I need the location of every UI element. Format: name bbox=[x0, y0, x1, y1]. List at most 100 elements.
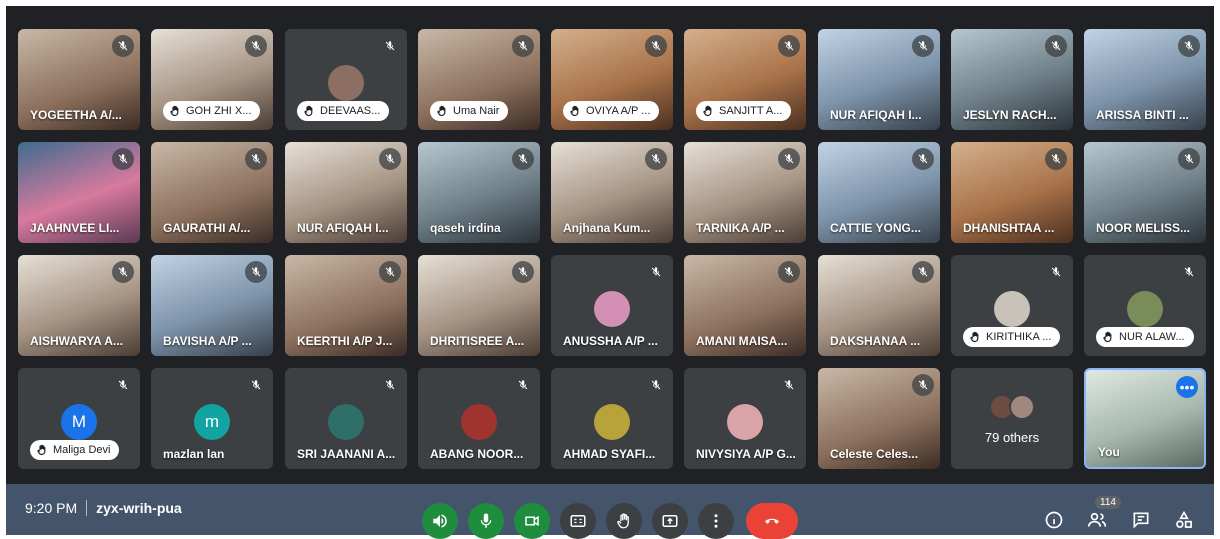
people-button[interactable]: 114 bbox=[1085, 496, 1121, 532]
mic-off-icon bbox=[778, 148, 800, 170]
participant-tile[interactable]: NUR ALAW... bbox=[1084, 255, 1206, 356]
participant-tile[interactable]: DHRITISREE A... bbox=[418, 255, 540, 356]
mic-off-icon bbox=[512, 261, 534, 283]
raised-hand-name-pill: GOH ZHI X... bbox=[163, 101, 261, 121]
mic-off-icon bbox=[379, 35, 401, 57]
people-count-badge: 114 bbox=[1095, 496, 1121, 509]
mic-off-icon bbox=[112, 35, 134, 57]
mic-off-icon bbox=[112, 148, 134, 170]
participant-tile[interactable]: AHMAD SYAFI... bbox=[551, 368, 673, 469]
leave-call-button[interactable] bbox=[746, 503, 798, 539]
participant-name: ABANG NOOR... bbox=[430, 447, 524, 461]
present-button[interactable] bbox=[652, 503, 688, 539]
activities-icon bbox=[1176, 510, 1192, 528]
participant-tile[interactable]: SANJITT A... bbox=[684, 29, 806, 130]
participant-tile[interactable]: YOGEETHA A/... bbox=[18, 29, 140, 130]
participant-tile[interactable]: qaseh irdina bbox=[418, 142, 540, 243]
chat-button[interactable] bbox=[1129, 508, 1153, 532]
mic-off-icon bbox=[379, 374, 401, 396]
activities-button[interactable] bbox=[1172, 508, 1196, 532]
participant-avatar: m bbox=[194, 404, 230, 440]
participant-tile[interactable]: ANUSSHA A/P ... bbox=[551, 255, 673, 356]
participant-tile[interactable]: OVIYA A/P ... bbox=[551, 29, 673, 130]
participant-avatar bbox=[328, 404, 364, 440]
participant-tile[interactable]: NUR AFIQAH I... bbox=[818, 29, 940, 130]
others-tile[interactable]: 79 others bbox=[951, 368, 1073, 469]
raised-hand-icon bbox=[37, 444, 46, 456]
participant-tile[interactable]: Celeste Celes... bbox=[818, 368, 940, 469]
participant-tile[interactable]: CATTIE YONG... bbox=[818, 142, 940, 243]
mic-off-icon bbox=[512, 35, 534, 57]
present-icon bbox=[662, 515, 678, 527]
participant-name: DEEVAAS... bbox=[320, 105, 381, 117]
speaker-button[interactable] bbox=[422, 503, 458, 539]
info-button[interactable] bbox=[1042, 508, 1066, 532]
mic-off-icon bbox=[512, 148, 534, 170]
raised-hand-icon bbox=[703, 105, 712, 117]
participant-name: DAKSHANAA ... bbox=[830, 334, 921, 348]
participant-avatar bbox=[328, 65, 364, 101]
mic-off-icon bbox=[512, 374, 534, 396]
participant-tile[interactable]: AMANI MAISA... bbox=[684, 255, 806, 356]
participant-tile[interactable]: BAVISHA A/P ... bbox=[151, 255, 273, 356]
participant-avatar bbox=[994, 291, 1030, 327]
microphone-icon bbox=[480, 513, 492, 528]
participant-name: KIRITHIKA ... bbox=[986, 331, 1052, 343]
mic-off-icon bbox=[245, 35, 267, 57]
participant-tile[interactable]: JAAHNVEE LI... bbox=[18, 142, 140, 243]
participant-tile[interactable]: DEEVAAS... bbox=[285, 29, 407, 130]
self-view-tile[interactable]: ••• You bbox=[1084, 368, 1206, 469]
divider bbox=[86, 500, 88, 516]
participant-tile[interactable]: AISHWARYA A... bbox=[18, 255, 140, 356]
participant-name: Celeste Celes... bbox=[830, 447, 919, 461]
mic-off-icon bbox=[1178, 148, 1200, 170]
raised-hand-name-pill: KIRITHIKA ... bbox=[963, 327, 1061, 347]
mic-off-icon bbox=[379, 261, 401, 283]
participant-tile[interactable]: ABANG NOOR... bbox=[418, 368, 540, 469]
raised-hand-name-pill: Maliga Devi bbox=[30, 440, 120, 460]
raised-hand-name-pill: NUR ALAW... bbox=[1096, 327, 1194, 347]
participant-tile[interactable]: JESLYN RACH... bbox=[951, 29, 1073, 130]
camera-button[interactable] bbox=[514, 503, 550, 539]
raise-hand-button[interactable] bbox=[606, 503, 642, 539]
participant-tile[interactable]: SRI JAANANI A... bbox=[285, 368, 407, 469]
participant-name: Maliga Devi bbox=[53, 444, 111, 456]
meeting-time: 9:20 PM bbox=[25, 500, 78, 516]
self-name-label: You bbox=[1098, 445, 1120, 459]
participant-tile[interactable]: DAKSHANAA ... bbox=[818, 255, 940, 356]
participant-tile[interactable]: GAURATHI A/... bbox=[151, 142, 273, 243]
mic-off-icon bbox=[645, 374, 667, 396]
mic-off-icon bbox=[912, 261, 934, 283]
mic-off-icon bbox=[645, 261, 667, 283]
participant-tile[interactable]: KIRITHIKA ... bbox=[951, 255, 1073, 356]
participant-tile[interactable]: M Maliga Devi bbox=[18, 368, 140, 469]
raised-hand-icon bbox=[970, 331, 979, 343]
participant-tile[interactable]: GOH ZHI X... bbox=[151, 29, 273, 130]
mic-off-icon bbox=[112, 261, 134, 283]
participant-tile[interactable]: KEERTHI A/P J... bbox=[285, 255, 407, 356]
microphone-button[interactable] bbox=[468, 503, 504, 539]
hand-icon bbox=[617, 513, 629, 529]
participant-tile[interactable]: m mazlan lan bbox=[151, 368, 273, 469]
participant-name: NIVYSIYA A/P G... bbox=[696, 447, 796, 461]
more-options-button[interactable] bbox=[698, 503, 734, 539]
participant-name: TARNIKA A/P ... bbox=[696, 221, 785, 235]
participant-tile[interactable]: DHANISHTAA ... bbox=[951, 142, 1073, 243]
captions-icon bbox=[570, 515, 586, 527]
raised-hand-icon bbox=[304, 105, 313, 117]
captions-button[interactable] bbox=[560, 503, 596, 539]
participant-tile[interactable]: ARISSA BINTI ... bbox=[1084, 29, 1206, 130]
participant-tile[interactable]: NOOR MELISS... bbox=[1084, 142, 1206, 243]
participant-name: ANUSSHA A/P ... bbox=[563, 334, 658, 348]
participant-tile[interactable]: Uma Nair bbox=[418, 29, 540, 130]
participant-name: qaseh irdina bbox=[430, 221, 501, 235]
participant-avatar bbox=[727, 404, 763, 440]
raised-hand-icon bbox=[437, 105, 446, 117]
mic-off-icon bbox=[778, 261, 800, 283]
others-count-label: 79 others bbox=[984, 430, 1040, 445]
participant-tile[interactable]: Anjhana Kum... bbox=[551, 142, 673, 243]
participant-tile[interactable]: NIVYSIYA A/P G... bbox=[684, 368, 806, 469]
more-dots-icon[interactable]: ••• bbox=[1176, 376, 1198, 398]
participant-tile[interactable]: TARNIKA A/P ... bbox=[684, 142, 806, 243]
participant-tile[interactable]: NUR AFIQAH I... bbox=[285, 142, 407, 243]
